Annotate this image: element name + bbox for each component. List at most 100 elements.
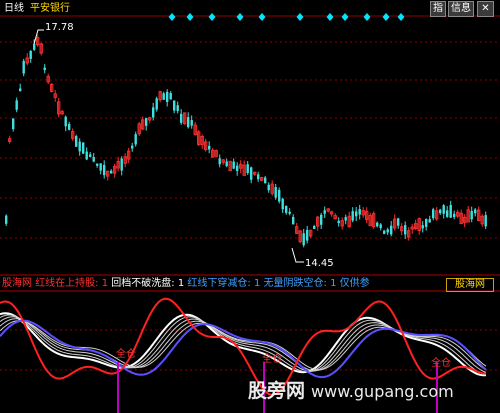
candle-down — [232, 161, 235, 169]
candle-down — [288, 211, 291, 214]
candle-down — [155, 98, 158, 110]
candle-down — [474, 209, 477, 214]
candle-down — [162, 93, 165, 100]
candle-down — [134, 134, 137, 145]
candle-down — [250, 167, 253, 180]
candle-down — [383, 230, 386, 234]
candle-down — [257, 174, 260, 180]
candle-down — [439, 209, 442, 214]
full-position-label: 全仓 — [116, 349, 136, 360]
candle-down — [99, 163, 102, 171]
candle-down — [19, 88, 22, 92]
candle-down — [432, 209, 435, 219]
period-label[interactable]: 日线 — [4, 3, 24, 15]
indicator-line — [0, 312, 487, 377]
candle-down — [92, 157, 95, 162]
candle-down — [302, 233, 305, 246]
close-icon[interactable]: ✕ — [477, 1, 494, 17]
candle-down — [236, 165, 239, 171]
candle-down — [173, 100, 176, 111]
full-position-label: 全仓 — [262, 354, 282, 365]
candle-down — [313, 226, 316, 230]
candle-down — [225, 161, 228, 167]
candle-down — [404, 225, 407, 235]
indicator-line — [0, 316, 487, 373]
signal-diamond-icon — [236, 13, 244, 21]
candle-down — [281, 198, 284, 210]
candle-down — [292, 216, 295, 225]
high-price-label: 17.78 — [45, 22, 74, 33]
signal-diamond-icon — [296, 13, 304, 21]
candle-down — [428, 219, 431, 223]
candle-down — [386, 229, 389, 233]
indicator-logo[interactable]: 股海网 — [446, 278, 494, 292]
candle-down — [15, 100, 18, 110]
candle-down — [103, 164, 106, 176]
candle-down — [351, 211, 354, 221]
indicator-line — [0, 318, 487, 372]
candle-down — [358, 209, 361, 215]
signal-diamond-icon — [168, 13, 176, 21]
candle-down — [120, 158, 123, 171]
watermark: 股旁网 www.gupang.com — [248, 376, 454, 403]
info-button[interactable]: 信息 — [448, 1, 474, 17]
candle-down — [82, 142, 85, 154]
candle-down — [33, 43, 36, 50]
candle-down — [5, 215, 8, 224]
candle-down — [68, 123, 71, 130]
candle-down — [190, 120, 193, 126]
candle-down — [470, 210, 473, 220]
signal-diamond-icon — [326, 13, 334, 21]
candle-down — [390, 225, 393, 235]
candle-down — [323, 210, 326, 214]
candle-down — [12, 118, 15, 130]
signal-diamond-icon — [208, 13, 216, 21]
candle-down — [379, 224, 382, 229]
candle-down — [446, 210, 449, 217]
candle-down — [421, 225, 424, 229]
candle-down — [355, 211, 358, 217]
candle-down — [78, 141, 81, 152]
candle-down — [274, 187, 277, 198]
candle-down — [75, 136, 78, 147]
indicator-line — [0, 314, 487, 375]
candle-down — [337, 220, 340, 224]
legend-item: 股海网 — [2, 278, 32, 289]
indicator-legend: 股海网 红线在上持股: 1 回档不破洗盘: 1 红线下穿减仓: 1 无量阴跌空仓… — [2, 278, 370, 290]
candle-down — [246, 164, 249, 174]
candle-down — [285, 205, 288, 213]
stock-name: 平安银行 — [30, 3, 70, 14]
candle-down — [306, 229, 309, 241]
low-pointer — [291, 247, 304, 263]
signal-diamond-icon — [397, 13, 405, 21]
low-price-label: 14.45 — [305, 258, 334, 269]
candle-down — [131, 145, 134, 149]
candle-down — [22, 60, 25, 74]
candle-down — [96, 163, 99, 166]
chart-canvas[interactable] — [0, 0, 500, 413]
candle-down — [425, 218, 428, 227]
candle-down — [89, 154, 92, 157]
candle-down — [376, 222, 379, 227]
indicator-button[interactable]: 指 — [430, 1, 446, 17]
candle-down — [278, 189, 281, 202]
candle-down — [208, 145, 211, 150]
candle-down — [152, 107, 155, 118]
candle-down — [320, 214, 323, 225]
candle-down — [442, 205, 445, 214]
legend-item: 回档不破洗盘: 1 — [111, 278, 185, 289]
candle-down — [264, 177, 267, 184]
signal-diamond-icon — [186, 13, 194, 21]
candle-down — [267, 184, 270, 191]
legend-item: 红线在上持股: 1 — [35, 278, 109, 289]
watermark-url: www.gupang.com — [311, 382, 454, 401]
signal-diamond-icon — [341, 13, 349, 21]
legend-item: 仅供参 — [339, 278, 370, 289]
legend-item: 无量阴跌空仓: 1 — [263, 278, 337, 289]
candle-down — [453, 213, 456, 218]
watermark-brand: 股旁网 — [248, 380, 306, 402]
candle-down — [344, 217, 347, 221]
candle-down — [187, 117, 190, 128]
candle-down — [218, 158, 221, 165]
candle-down — [449, 204, 452, 218]
